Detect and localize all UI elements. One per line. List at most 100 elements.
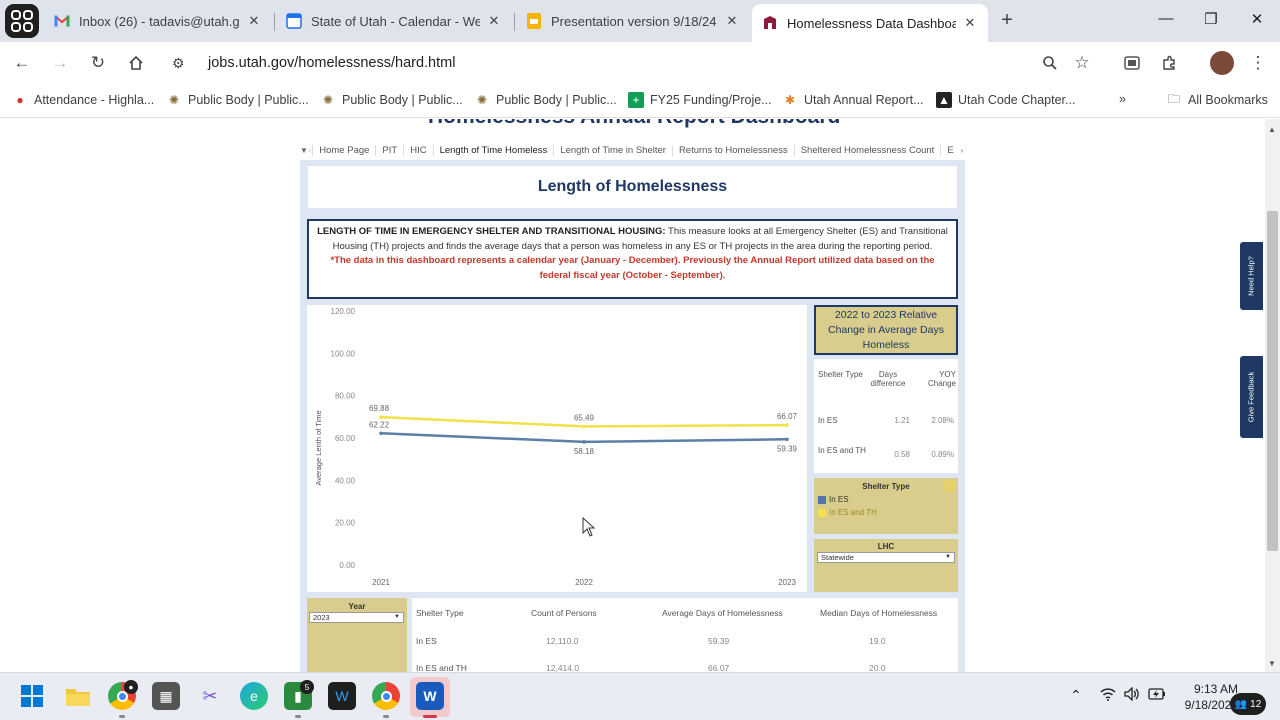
- forward-button[interactable]: →: [49, 52, 71, 74]
- webex-icon[interactable]: W: [328, 682, 356, 710]
- scroll-up-icon[interactable]: ▲: [1268, 125, 1276, 134]
- page-scrollbar[interactable]: ▲ ▼: [1265, 119, 1280, 672]
- scroll-down-icon[interactable]: ▼: [1268, 659, 1276, 668]
- tab-homelessness-dashboard[interactable]: Homelessness Data Dashboard ✕: [752, 4, 988, 42]
- utah-seal-icon: ✺: [322, 93, 334, 107]
- header-days-difference: Days difference: [870, 370, 906, 388]
- people-icon: 👥: [1234, 698, 1248, 710]
- legend-swatch: [818, 495, 826, 504]
- data-point[interactable]: [785, 437, 789, 442]
- nav-item-length-in-shelter[interactable]: Length of Time in Shelter: [553, 144, 672, 156]
- close-window-button[interactable]: ✕: [1247, 10, 1267, 28]
- new-tab-button[interactable]: +: [996, 9, 1018, 31]
- relative-change-title: 2022 to 2023 Relative Change in Average …: [814, 305, 958, 355]
- measure-description: LENGTH OF TIME IN EMERGENCY SHELTER AND …: [307, 219, 958, 299]
- bookmark-item[interactable]: ✺ Public Body | Public...: [166, 92, 309, 108]
- bookmark-item[interactable]: ✺ Public Body | Public...: [320, 92, 463, 108]
- calculator-icon[interactable]: ▦: [152, 682, 180, 710]
- bookmark-item[interactable]: ✺ Public Body | Public...: [474, 92, 617, 108]
- restore-button[interactable]: ❐: [1201, 10, 1221, 28]
- utah-favicon: [762, 15, 778, 31]
- notification-center-button[interactable]: 👥 12: [1230, 693, 1266, 715]
- more-bookmarks-chevron-icon[interactable]: »: [1119, 92, 1126, 106]
- running-indicator: [119, 715, 125, 718]
- show-hidden-icons-chevron-icon[interactable]: ⌃: [1070, 687, 1082, 704]
- system-clock[interactable]: 9:13 AM 9/18/2024: [1176, 681, 1238, 713]
- data-point[interactable]: [785, 423, 789, 427]
- data-label: 65.49: [574, 413, 595, 422]
- folder-icon: 🗀: [1167, 91, 1180, 106]
- tab-divider: [274, 13, 275, 31]
- close-tab-icon[interactable]: ✕: [724, 13, 740, 29]
- nav-next-icon[interactable]: ›: [960, 146, 964, 155]
- capitol-icon: ▲: [936, 92, 952, 108]
- site-settings-icon[interactable]: ⚙: [172, 55, 194, 72]
- give-feedback-label: Give Feedback: [1246, 371, 1256, 423]
- year-label: Year: [348, 602, 366, 611]
- data-point[interactable]: [582, 440, 586, 444]
- slides-icon: [526, 13, 542, 29]
- bookmark-star-button[interactable]: ☆: [1071, 52, 1093, 74]
- extension-button[interactable]: [1121, 52, 1143, 74]
- address-bar[interactable]: ⚙ jobs.utah.gov/homelessness/hard.html: [160, 47, 1080, 79]
- data-point[interactable]: [582, 424, 586, 429]
- home-button[interactable]: [125, 52, 147, 74]
- nav-item-pit[interactable]: PIT: [375, 144, 403, 156]
- battery-icon[interactable]: [1148, 687, 1166, 703]
- file-explorer-icon[interactable]: [64, 682, 92, 710]
- median-days-cell: 19.0: [869, 636, 886, 646]
- close-tab-icon[interactable]: ✕: [962, 15, 978, 31]
- x-tick-label: 2021: [372, 578, 390, 587]
- nav-item-hic[interactable]: HIC: [403, 144, 432, 156]
- bookmark-item[interactable]: ● Attendance - Highla...: [12, 92, 154, 108]
- shelter-type-cell: In ES and TH: [416, 663, 467, 672]
- header-yoy-change: YOY Change: [927, 370, 956, 388]
- extensions-menu-button[interactable]: [1158, 52, 1180, 74]
- scrollbar-thumb[interactable]: [1267, 211, 1278, 551]
- relative-change-table: Shelter Type Days difference YOY Change …: [814, 359, 958, 473]
- lhc-select[interactable]: Statewide ▼: [817, 552, 955, 563]
- reload-button[interactable]: ↻: [87, 52, 109, 74]
- need-help-label: Need Help?: [1246, 256, 1256, 296]
- zoom-button[interactable]: [1039, 52, 1061, 74]
- tab-calendar[interactable]: State of Utah - Calendar - Week ✕: [276, 6, 512, 36]
- tab-slides[interactable]: Presentation version 9/18/24 O ✕: [516, 6, 750, 36]
- legend-item-in-es[interactable]: In ES: [818, 495, 849, 504]
- need-help-tab[interactable]: Need Help?: [1240, 242, 1263, 310]
- nav-item-returns[interactable]: Returns to Homelessness: [671, 144, 794, 156]
- word-icon[interactable]: W: [416, 682, 444, 710]
- nav-dropdown-icon[interactable]: ▼: [300, 146, 308, 155]
- chrome-profile-icon[interactable]: [372, 682, 400, 710]
- minimize-button[interactable]: —: [1156, 10, 1176, 27]
- volume-icon[interactable]: [1124, 686, 1140, 704]
- edge-icon[interactable]: e: [240, 682, 268, 710]
- data-point[interactable]: [379, 431, 383, 436]
- nav-item-more[interactable]: E: [940, 144, 959, 156]
- legend-item-in-es-and-th[interactable]: In ES and TH: [818, 508, 877, 517]
- chart-svg: 0.00 20.00 40.00 60.00 80.00 100.00 120.00 Aver…: [314, 307, 798, 587]
- notification-count: 12: [1250, 698, 1262, 710]
- back-button[interactable]: ←: [11, 52, 33, 74]
- nav-item-home[interactable]: Home Page: [312, 144, 375, 156]
- tab-gmail[interactable]: Inbox (26) - tadavis@utah.gov ✕: [44, 6, 272, 36]
- bookmark-item[interactable]: ▲ Utah Code Chapter...: [936, 92, 1075, 108]
- wifi-icon[interactable]: [1100, 687, 1116, 704]
- all-bookmarks-button[interactable]: 🗀 All Bookmarks: [1166, 92, 1268, 108]
- clock-date: 9/18/2024: [1184, 698, 1238, 712]
- year-select[interactable]: 2023 ▼: [309, 612, 404, 623]
- windows-start-icon[interactable]: [18, 682, 46, 710]
- browser-menu-button[interactable]: ⋮: [1247, 52, 1269, 74]
- profile-avatar[interactable]: [1210, 51, 1234, 75]
- close-tab-icon[interactable]: ✕: [486, 13, 502, 29]
- tab-title: State of Utah - Calendar - Week: [311, 13, 480, 29]
- give-feedback-tab[interactable]: Give Feedback: [1240, 356, 1263, 438]
- nav-item-length-of-time-homeless[interactable]: Length of Time Homeless: [432, 144, 554, 156]
- data-point[interactable]: [379, 415, 383, 419]
- close-tab-icon[interactable]: ✕: [246, 13, 262, 29]
- app-launcher-button[interactable]: [5, 4, 39, 38]
- nav-item-sheltered-count[interactable]: Sheltered Homelessness Count: [793, 144, 941, 156]
- bookmark-item[interactable]: + FY25 Funding/Proje...: [628, 92, 772, 108]
- snipping-tool-icon[interactable]: ✂: [196, 682, 224, 710]
- count-cell: 12,110.0: [546, 636, 579, 646]
- bookmark-item[interactable]: ✱ Utah Annual Report...: [782, 92, 924, 108]
